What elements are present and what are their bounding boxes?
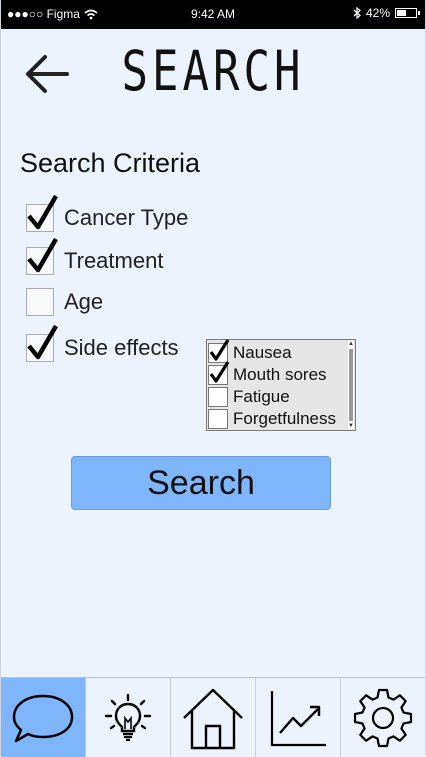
checkbox[interactable] [26, 237, 58, 275]
tab-chat[interactable] [1, 678, 86, 757]
side-effect-fatigue[interactable]: Fatigue [208, 387, 290, 407]
scroll-down-icon[interactable]: ▼ [348, 423, 354, 429]
side-effect-label: Nausea [233, 343, 292, 362]
checkmark-icon [209, 361, 230, 383]
bottom-tab-bar [1, 677, 425, 757]
checkbox[interactable] [208, 409, 228, 429]
checkbox[interactable] [26, 288, 54, 316]
checkbox[interactable] [26, 324, 58, 362]
criteria-label: Cancer Type [64, 205, 189, 230]
side-effect-label: Mouth sores [233, 365, 327, 384]
side-effect-label: Forgetfulness [233, 409, 336, 428]
bluetooth-icon [353, 7, 361, 19]
checkmark-icon [27, 237, 58, 273]
criteria-label: Age [64, 289, 104, 314]
listbox-scrollbar[interactable]: ▲ ▼ [348, 341, 354, 429]
scrollbar-thumb[interactable] [349, 349, 353, 421]
scroll-up-icon[interactable]: ▲ [348, 341, 354, 347]
tab-home[interactable] [171, 678, 256, 757]
criteria-label: Treatment [64, 248, 164, 273]
gear-icon [353, 688, 413, 747]
search-screen: ●●●○○ Figma 9:42 AM 42% SEARCH Search Cr… [0, 0, 426, 757]
criteria-side-effects[interactable]: Side effects [26, 324, 179, 362]
lightbulb-icon [104, 693, 152, 741]
criteria-label: Side effects [64, 335, 179, 360]
search-button[interactable]: Search [71, 456, 331, 510]
criteria-treatment[interactable]: Treatment [26, 237, 164, 275]
checkmark-icon [27, 324, 58, 360]
chat-bubble-icon [12, 694, 74, 742]
checkbox[interactable] [26, 194, 58, 232]
side-effects-listbox[interactable]: Nausea Mouth sores Fatigue Forgetfulness… [206, 339, 356, 431]
battery-icon [395, 8, 420, 18]
side-effect-label: Fatigue [233, 387, 290, 406]
criteria-age[interactable]: Age [26, 288, 103, 316]
criteria-cancer-type[interactable]: Cancer Type [26, 194, 189, 232]
status-bar: ●●●○○ Figma 9:42 AM 42% [1, 0, 425, 29]
search-criteria-heading: Search Criteria [20, 148, 201, 178]
tab-settings[interactable] [341, 678, 425, 757]
battery-percent: 42% [365, 6, 390, 20]
home-icon [183, 688, 243, 749]
page-title: SEARCH [121, 40, 305, 104]
checkbox[interactable] [208, 387, 228, 407]
checkmark-icon [27, 194, 58, 230]
side-effect-mouth-sores[interactable]: Mouth sores [208, 361, 327, 385]
status-right: 42% [353, 6, 420, 20]
checkbox[interactable] [208, 361, 230, 385]
tab-progress[interactable] [256, 678, 341, 757]
trend-chart-icon [270, 690, 326, 746]
side-effect-forgetfulness[interactable]: Forgetfulness [208, 409, 336, 429]
tab-ideas[interactable] [86, 678, 171, 757]
